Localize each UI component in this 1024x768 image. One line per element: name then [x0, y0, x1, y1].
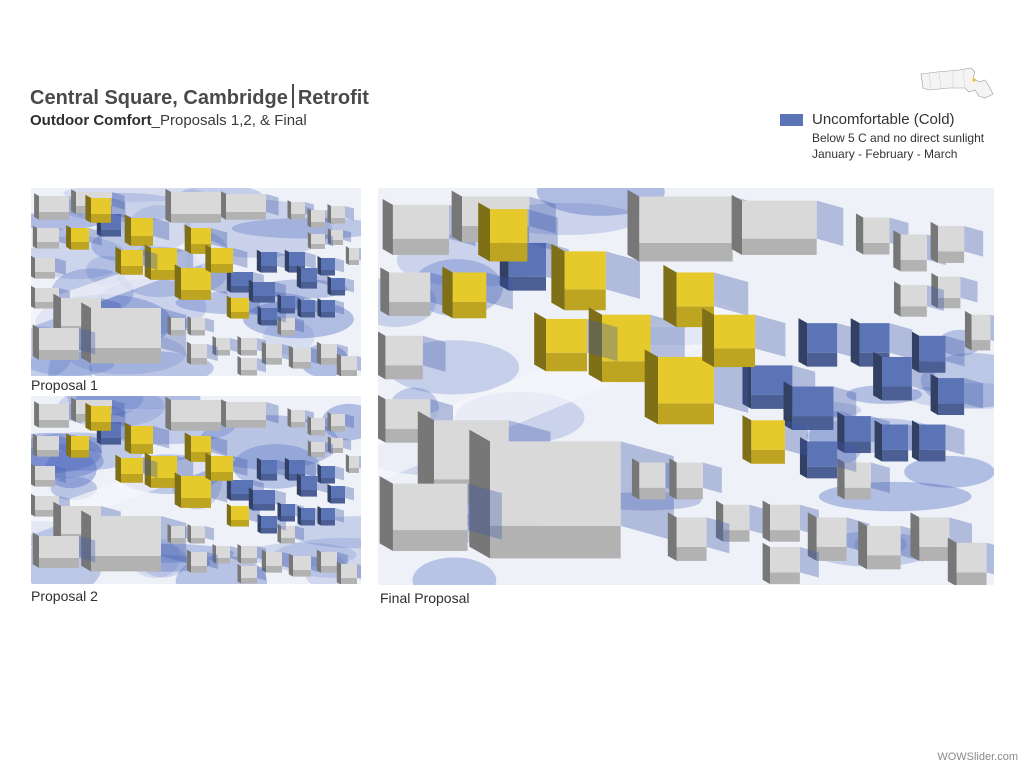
legend-label: Uncomfortable (Cold) — [812, 111, 955, 128]
title-suffix: Retrofit — [297, 87, 369, 109]
final-proposal-caption: Final Proposal — [380, 590, 470, 606]
building-block — [345, 246, 361, 265]
proposal-1-image — [31, 188, 361, 376]
final-proposal-image — [378, 188, 994, 585]
massing-render — [378, 188, 994, 585]
watermark: WOWSlider.com — [937, 751, 1018, 763]
proposal-2-caption: Proposal 2 — [31, 588, 98, 604]
legend-line-months: January - February - March — [812, 147, 958, 161]
title-divider — [291, 84, 294, 108]
massing-render — [31, 396, 361, 584]
subtitle-strong: Outdoor Comfort — [30, 112, 152, 129]
proposal-1-caption: Proposal 1 — [31, 377, 98, 393]
massachusetts-locator-map-icon — [919, 60, 995, 106]
legend-line-criteria: Below 5 C and no direct sunlight — [812, 131, 985, 145]
proposal-2-image — [31, 396, 361, 584]
legend-swatch — [780, 114, 803, 126]
subtitle-rest: _Proposals 1,2, & Final — [151, 112, 307, 129]
page-title: Central Square, Cambridge Retrofit — [30, 84, 369, 110]
page-subtitle: Outdoor Comfort_Proposals 1,2, & Final — [30, 112, 307, 129]
massing-render — [31, 188, 361, 376]
building-block — [964, 310, 994, 351]
title-main: Central Square, Cambridge — [30, 87, 288, 109]
building-block — [345, 454, 361, 473]
